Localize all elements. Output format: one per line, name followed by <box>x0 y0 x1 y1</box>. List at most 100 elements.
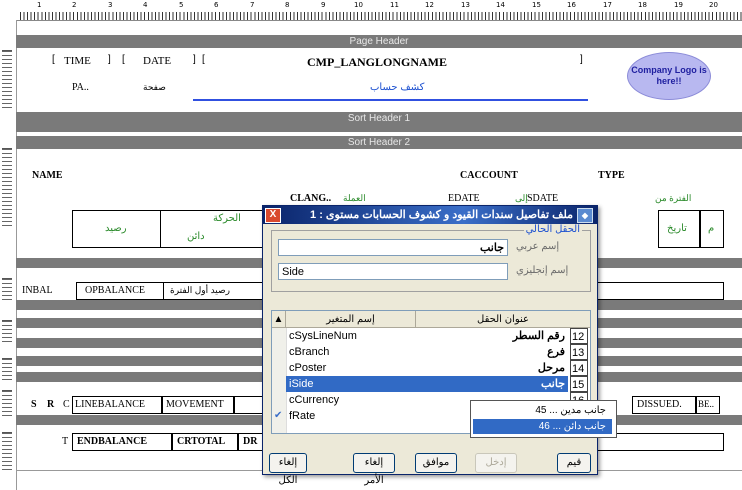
sdate-field[interactable]: SDATE <box>527 193 558 204</box>
var-cell: iSide <box>286 376 416 392</box>
cancel-all-button[interactable]: إلغاء الكل <box>269 453 307 486</box>
caccount-field[interactable]: CACCOUNT <box>460 170 518 181</box>
ruler-number: 7 <box>250 1 255 9</box>
dissued-field: DISSUED. <box>637 399 682 410</box>
endbalance-box[interactable]: ENDBALANCE <box>72 433 172 451</box>
name-field[interactable]: NAME <box>32 170 63 181</box>
page-header-band[interactable]: Page Header <box>16 35 742 48</box>
page-number-field[interactable]: PA.. <box>72 82 89 93</box>
dropdown-option[interactable]: جانب مدين ... 45 <box>473 403 612 418</box>
band-separator <box>16 124 742 132</box>
ruler-segment <box>2 320 12 345</box>
ruler-number: 19 <box>674 1 683 9</box>
movement-header-box[interactable]: الحركة دائن <box>160 210 266 248</box>
var-cell: fRate <box>289 410 316 422</box>
column-header-title[interactable]: عنوان الحقل <box>416 311 590 328</box>
c-field[interactable]: C <box>63 399 70 410</box>
var-cell: cBranch <box>289 346 330 358</box>
close-button[interactable]: X <box>265 208 281 223</box>
report-title[interactable]: كشف حساب <box>370 82 424 93</box>
linebalance-box[interactable]: LINEBALANCE <box>72 396 162 414</box>
vertical-ruler <box>0 20 17 490</box>
english-name-label: إسم إنجليزي <box>516 265 569 276</box>
dissued-box[interactable]: DISSUED. <box>632 396 696 414</box>
cancel-command-button[interactable]: إلغاء الأمر <box>353 453 395 486</box>
bracket-icon: ] <box>580 54 583 65</box>
value-button[interactable]: قيم <box>557 453 591 473</box>
to-label[interactable]: إلى <box>515 193 528 204</box>
title-underline <box>193 99 588 101</box>
ok-button[interactable]: موافق <box>415 453 457 473</box>
ruler-number: 8 <box>285 1 290 9</box>
company-name-field[interactable]: CMP_LANGLONGNAME <box>307 55 447 70</box>
s-field[interactable]: S <box>31 399 37 410</box>
opbalance-field: OPBALANCE <box>85 285 146 296</box>
sort-header-2-band[interactable]: Sort Header 2 <box>16 136 742 149</box>
ruler-segment <box>2 390 12 419</box>
dialog-title-bar[interactable]: X ملف تفاصيل سندات القيود و كشوف الحسابا… <box>263 206 597 224</box>
linebalance-field: LINEBALANCE <box>75 399 145 410</box>
opbalance-box[interactable]: OPBALANCE <box>76 282 164 300</box>
movement-box[interactable]: MOVEMENT <box>162 396 234 414</box>
ruler-number: 14 <box>496 1 505 9</box>
r-field[interactable]: R <box>47 399 54 410</box>
clang-field[interactable]: CLANG.. <box>290 193 331 204</box>
current-field-group: الحقل الحالي جانب إسم عربي Side إسم إنجل… <box>271 224 591 292</box>
t-field[interactable]: T <box>62 436 68 447</box>
be-box[interactable]: BE.. <box>696 396 720 414</box>
ruler-segment <box>2 148 12 229</box>
arabic-name-label: إسم عربي <box>516 241 560 252</box>
balance-header-box[interactable]: رصيد <box>72 210 162 248</box>
var-cell: cPoster <box>289 362 327 374</box>
ruler-ticks <box>20 12 742 20</box>
time-field[interactable]: TIME <box>64 55 91 67</box>
grid-row[interactable]: cSysLineNum رقم السطر 12 <box>272 328 590 344</box>
right-cell-box[interactable] <box>596 282 724 300</box>
date-header-box[interactable]: تاريخ <box>658 210 700 248</box>
op-label-box[interactable]: رصيد أول الفترة <box>163 282 263 300</box>
ruler-segment <box>2 358 12 383</box>
period-from-label[interactable]: الفترة من <box>655 193 691 204</box>
num-cell: 14 <box>570 360 588 376</box>
page-label[interactable]: صفحة <box>143 82 166 93</box>
column-header-var[interactable]: إسم المتغير <box>286 311 416 328</box>
company-logo[interactable]: Company Logo is here!! <box>627 52 711 100</box>
currency-label[interactable]: العملة <box>343 193 366 204</box>
ruler-number: 4 <box>143 1 148 9</box>
add-button[interactable]: إدخل <box>475 453 517 473</box>
ruler-number: 11 <box>390 1 399 9</box>
horizontal-ruler: 1 2 3 4 5 6 7 8 9 10 11 12 13 14 15 16 1… <box>0 0 742 21</box>
grid-row-selected[interactable]: iSide جانب 15 <box>272 376 590 392</box>
checkmark-icon: ✔ <box>274 410 283 421</box>
ruler-number: 12 <box>425 1 434 9</box>
ruler-number: 17 <box>603 1 612 9</box>
english-name-input[interactable]: Side <box>278 263 508 280</box>
ruler-number: 18 <box>638 1 647 9</box>
ruler-number: 15 <box>532 1 541 9</box>
ruler-number: 1 <box>37 1 42 9</box>
m-header-box[interactable]: م <box>700 210 724 248</box>
type-field[interactable]: TYPE <box>598 170 625 181</box>
be-field: BE.. <box>698 399 715 409</box>
ruler-segment <box>2 432 12 473</box>
ruler-number: 16 <box>567 1 576 9</box>
date-field[interactable]: DATE <box>143 55 171 67</box>
balance-label: رصيد <box>105 223 127 234</box>
ruler-number: 6 <box>214 1 219 9</box>
ruler-number: 3 <box>108 1 113 9</box>
edate-field[interactable]: EDATE <box>448 193 480 204</box>
bracket-icon: [ <box>122 54 125 65</box>
side-values-dropdown[interactable]: جانب مدين ... 45 جانب دائن ... 46 <box>470 400 617 438</box>
title-cell: جانب <box>416 376 568 392</box>
scroll-up-button[interactable]: ▲ <box>272 311 286 328</box>
arabic-name-input[interactable]: جانب <box>278 239 508 256</box>
movement-field: MOVEMENT <box>166 399 224 410</box>
num-cell: 12 <box>570 328 588 344</box>
title-cell: رقم السطر <box>512 330 565 342</box>
tinbal-field[interactable]: INBAL <box>22 285 53 296</box>
grid-row[interactable]: cPoster مرحل 14 <box>272 360 590 376</box>
ruler-number: 20 <box>709 1 718 9</box>
crtotal-box[interactable]: CRTOTAL <box>172 433 238 451</box>
dropdown-option-selected[interactable]: جانب دائن ... 46 <box>473 419 612 434</box>
grid-row[interactable]: cBranch فرع 13 <box>272 344 590 360</box>
